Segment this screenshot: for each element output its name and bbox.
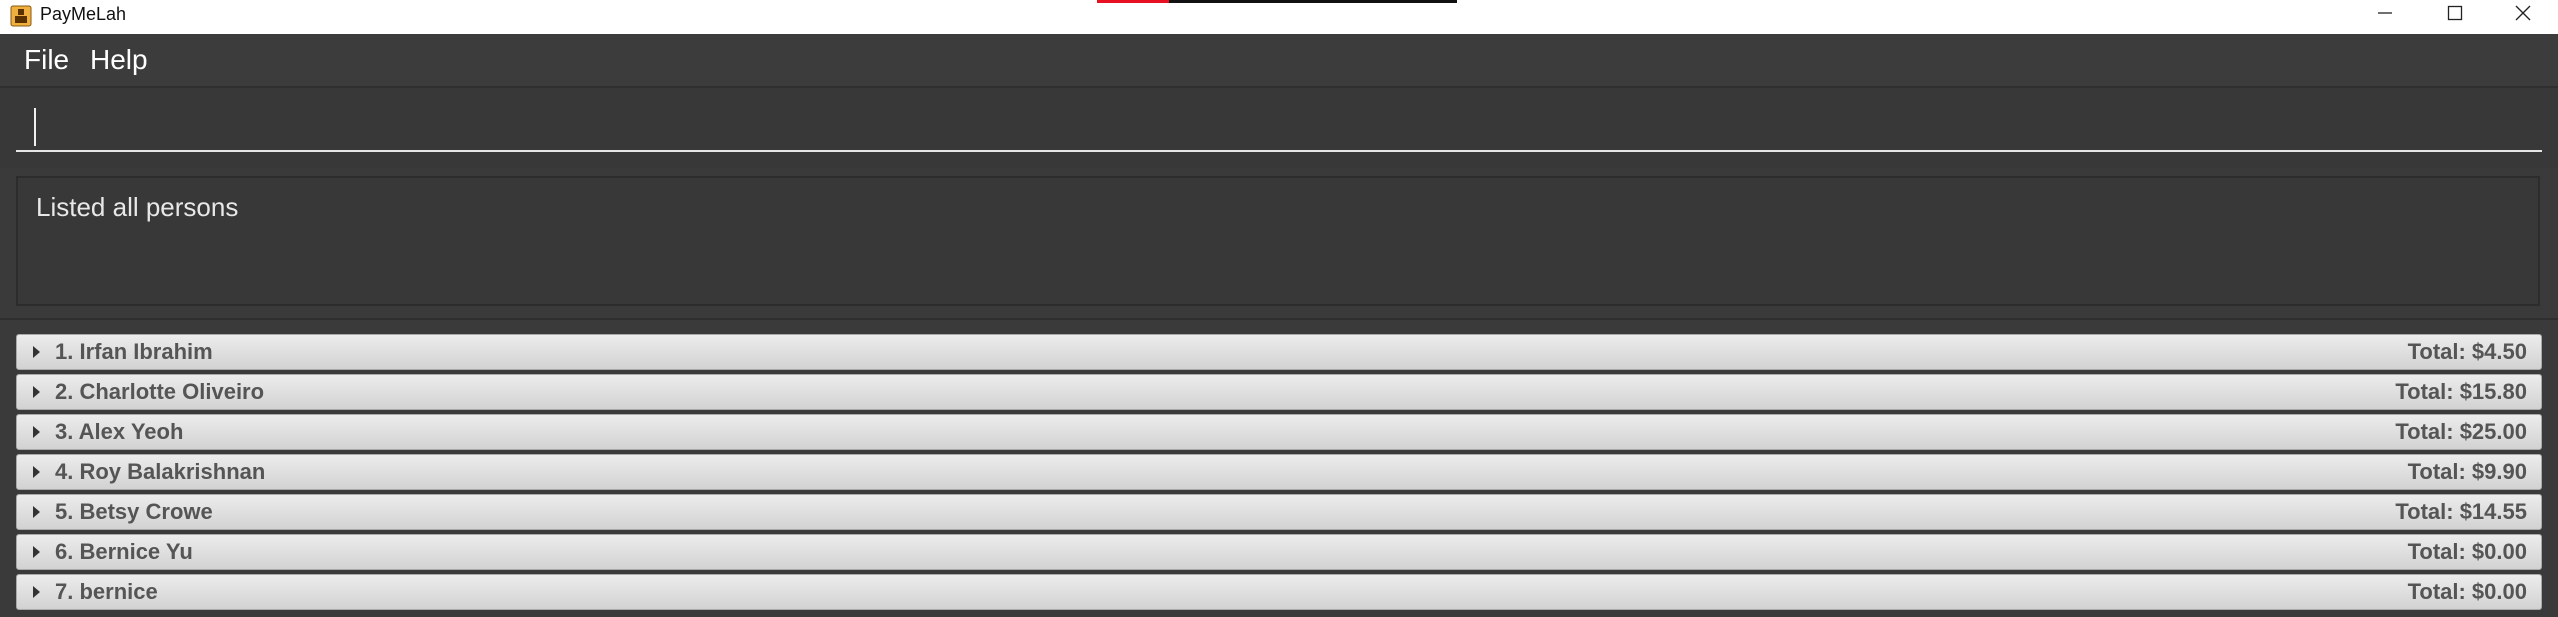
list-item[interactable]: 6. Bernice Yu Total: $0.00	[16, 534, 2542, 570]
expand-arrow-icon[interactable]	[33, 386, 40, 398]
person-total: Total: $0.00	[2407, 579, 2527, 604]
list-item[interactable]: 5. Betsy Crowe Total: $14.55	[16, 494, 2542, 530]
text-caret	[34, 108, 36, 146]
minimize-icon	[2378, 12, 2392, 14]
list-item[interactable]: 3. Alex Yeoh Total: $25.00	[16, 414, 2542, 450]
title-accent-red	[1097, 0, 1169, 3]
maximize-button[interactable]	[2420, 0, 2490, 26]
person-name: 1. Irfan Ibrahim	[55, 339, 213, 364]
close-button[interactable]	[2488, 0, 2558, 26]
menu-bar: File Help	[0, 34, 2558, 88]
person-total: Total: $15.80	[2395, 379, 2527, 404]
result-message: Listed all persons	[36, 192, 239, 222]
expand-arrow-icon[interactable]	[33, 586, 40, 598]
person-total: Total: $14.55	[2395, 499, 2527, 524]
command-box	[0, 88, 2558, 168]
person-name: 3. Alex Yeoh	[55, 419, 184, 444]
expand-arrow-icon[interactable]	[33, 426, 40, 438]
menu-help[interactable]: Help	[86, 42, 152, 78]
app-icon	[10, 5, 32, 27]
expand-arrow-icon[interactable]	[33, 466, 40, 478]
window-title: PayMeLah	[40, 4, 127, 24]
person-name: 7. bernice	[55, 579, 158, 604]
person-total: Total: $9.90	[2407, 459, 2527, 484]
person-name: 6. Bernice Yu	[55, 539, 193, 564]
list-item[interactable]: 4. Roy Balakrishnan Total: $9.90	[16, 454, 2542, 490]
title-bar: PayMeLah	[0, 0, 2558, 34]
person-list: 1. Irfan Ibrahim Total: $4.50 2. Charlot…	[0, 318, 2558, 617]
person-total: Total: $25.00	[2395, 419, 2527, 444]
person-name: 5. Betsy Crowe	[55, 499, 213, 524]
list-item[interactable]: 1. Irfan Ibrahim Total: $4.50	[16, 334, 2542, 370]
expand-arrow-icon[interactable]	[33, 506, 40, 518]
person-name: 4. Roy Balakrishnan	[55, 459, 266, 484]
result-display: Listed all persons	[16, 176, 2540, 306]
expand-arrow-icon[interactable]	[33, 546, 40, 558]
person-total: Total: $0.00	[2407, 539, 2527, 564]
expand-arrow-icon[interactable]	[33, 346, 40, 358]
menu-file[interactable]: File	[20, 42, 73, 78]
person-total: Total: $4.50	[2407, 339, 2527, 364]
command-input[interactable]	[16, 102, 2542, 152]
maximize-icon	[2447, 5, 2463, 21]
minimize-button[interactable]	[2350, 0, 2420, 26]
list-item[interactable]: 7. bernice Total: $0.00	[16, 574, 2542, 610]
close-icon	[2515, 5, 2531, 21]
person-name: 2. Charlotte Oliveiro	[55, 379, 265, 404]
list-item[interactable]: 2. Charlotte Oliveiro Total: $15.80	[16, 374, 2542, 410]
